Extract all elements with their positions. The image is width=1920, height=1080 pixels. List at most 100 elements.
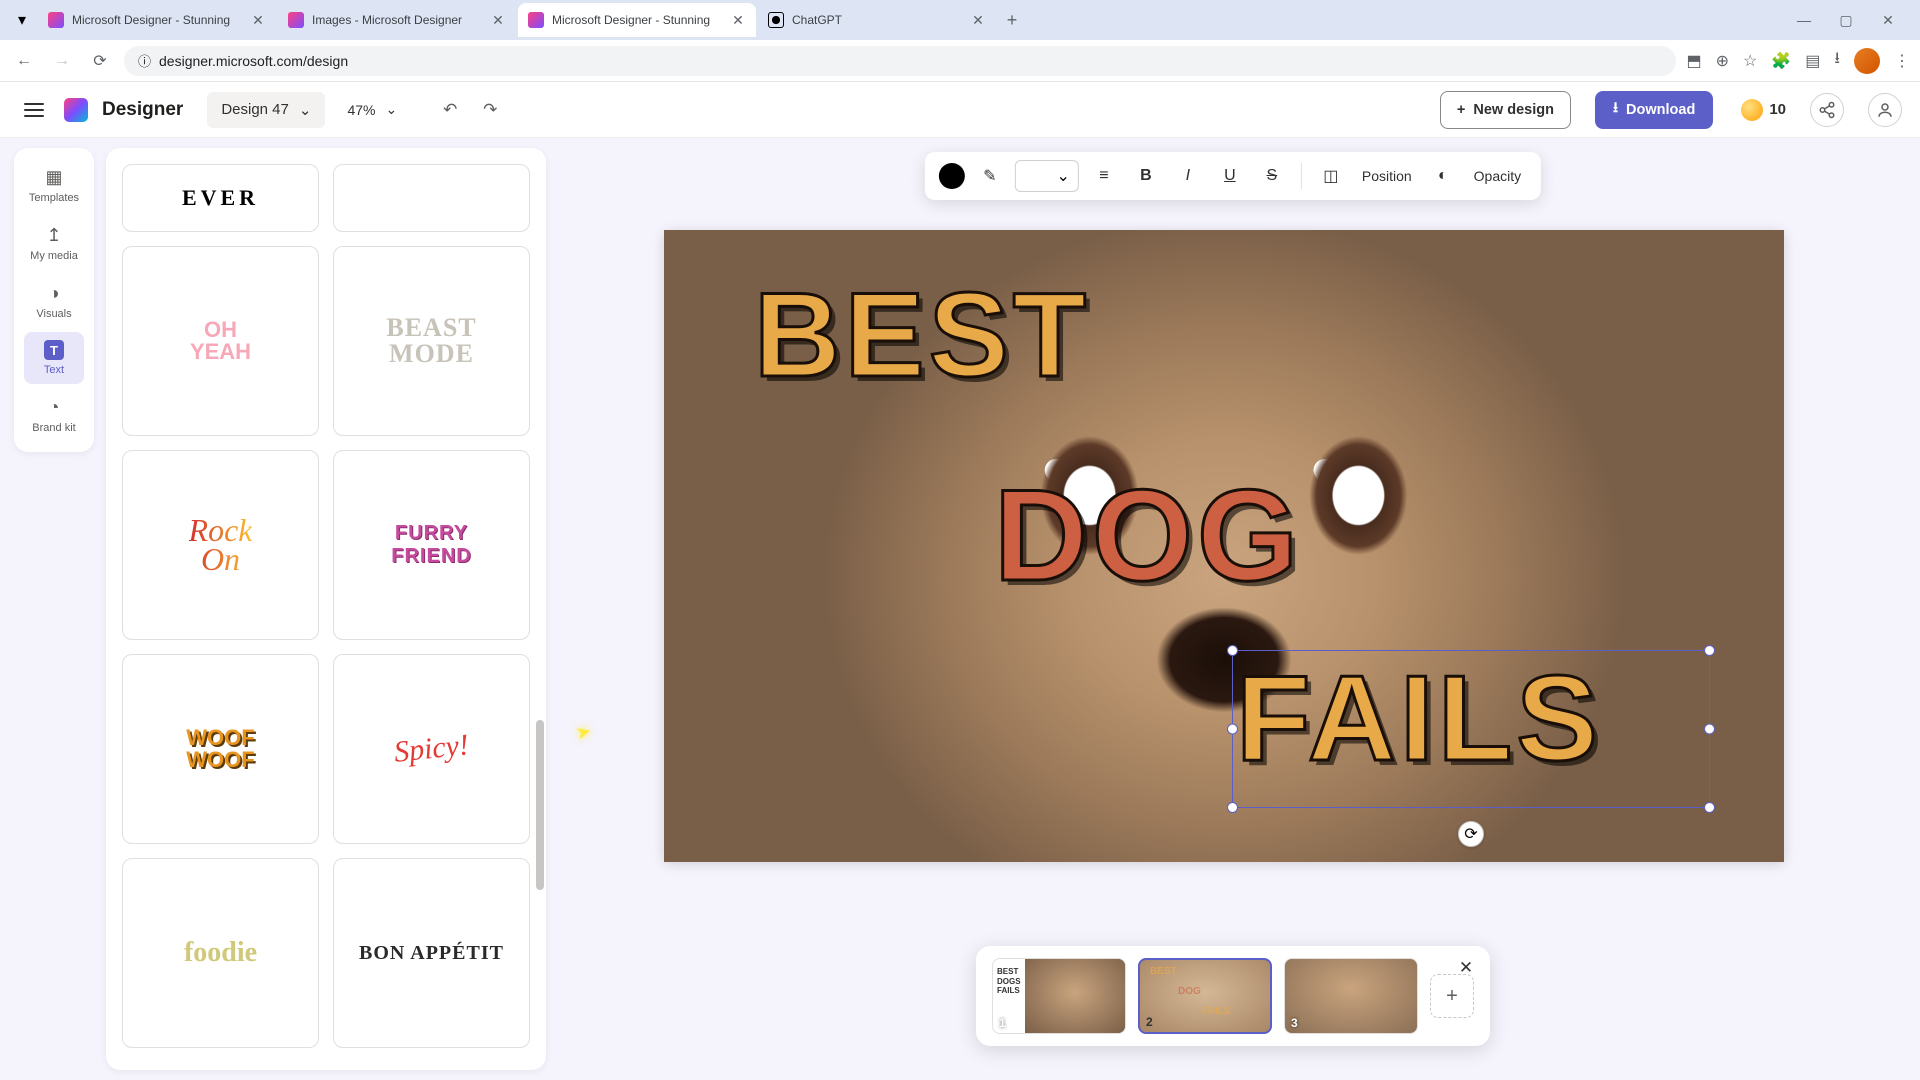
opacity-button[interactable]: Opacity (1468, 168, 1527, 184)
text-style-preview: FURRY FRIEND (391, 522, 471, 568)
opacity-icon[interactable]: ◐ (1426, 159, 1460, 193)
tab-search-dropdown[interactable]: ▾ (8, 6, 36, 34)
mouse-cursor-icon: ➤ (574, 720, 594, 744)
rail-templates[interactable]: ▦ Templates (24, 158, 84, 212)
download-button[interactable]: ⭳ Download (1595, 91, 1713, 129)
text-color-picker[interactable] (939, 163, 965, 189)
zoom-icon[interactable]: ⊕ (1716, 51, 1729, 71)
underline-button[interactable]: U (1213, 159, 1247, 193)
text-style-preview: BON APPÉTIT (359, 942, 504, 965)
text-style-card[interactable]: Rock On (122, 450, 319, 640)
close-tab-icon[interactable]: ✕ (490, 12, 506, 28)
thumb-text: BEST DOGS FAILS (993, 959, 1025, 1033)
nav-back-button[interactable]: ← (10, 47, 38, 75)
position-icon[interactable]: ◫ (1314, 159, 1348, 193)
align-button[interactable]: ≡ (1087, 159, 1121, 193)
account-button[interactable] (1868, 93, 1902, 127)
url-input[interactable]: ⓘ designer.microsoft.com/design (124, 46, 1676, 76)
text-style-card[interactable]: foodie (122, 858, 319, 1048)
text-style-preview: WOOF WOOF (186, 727, 254, 771)
page-number: 2 (1146, 1015, 1153, 1029)
site-info-icon[interactable]: ⓘ (138, 51, 151, 70)
text-styles-panel: EVER OH YEAH BEAST MODE Rock On FURRY FR… (106, 148, 546, 1070)
rail-label: Visuals (36, 308, 71, 320)
app-header: Designer Design 47 ⌄ 47% ⌄ ↶ ↷ + New des… (0, 82, 1920, 138)
canvas-text-dog[interactable]: DOG (994, 460, 1302, 610)
browser-tab-3[interactable]: ChatGPT ✕ (758, 3, 996, 37)
bookmark-icon[interactable]: ☆ (1743, 51, 1757, 71)
edit-text-button[interactable]: ✎ (973, 159, 1007, 193)
extensions-icon[interactable]: 🧩 (1771, 51, 1791, 71)
nav-forward-button[interactable]: → (48, 47, 76, 75)
hamburger-menu-button[interactable] (18, 94, 50, 126)
design-name-label: Design 47 (221, 101, 289, 118)
strikethrough-button[interactable]: S (1255, 159, 1289, 193)
rail-label: My media (30, 250, 78, 262)
text-style-card[interactable]: FURRY FRIEND (333, 450, 530, 640)
text-format-toolbar: ✎ ⌄ ≡ B I U S ◫ Position ◐ Opacity (925, 152, 1541, 200)
chrome-menu-icon[interactable]: ⋮ (1894, 51, 1910, 71)
close-tab-icon[interactable]: ✕ (970, 12, 986, 28)
designer-favicon-icon (48, 12, 64, 28)
rail-text[interactable]: T Text (24, 332, 84, 384)
profile-avatar-icon[interactable] (1854, 48, 1880, 74)
design-canvas[interactable]: BEST DOG FAILS ⟳ (664, 230, 1784, 862)
canvas-text-fails[interactable]: FAILS (1236, 648, 1602, 788)
rail-brand-kit[interactable]: ◔ Brand kit (24, 388, 84, 442)
new-tab-button[interactable]: + (998, 6, 1026, 34)
canvas-text-best[interactable]: BEST (754, 266, 1090, 404)
reading-list-icon[interactable]: ▤ (1805, 51, 1820, 71)
page-thumbnail-3[interactable]: 3 (1284, 958, 1418, 1034)
add-page-button[interactable]: + (1430, 974, 1474, 1018)
rail-label: Brand kit (32, 422, 75, 434)
text-icon: T (44, 340, 64, 360)
window-controls: — ▢ ✕ (1792, 12, 1912, 29)
text-style-card[interactable] (333, 164, 530, 232)
panel-scrollbar[interactable] (536, 720, 544, 890)
zoom-dropdown[interactable]: 47% ⌄ (339, 101, 405, 118)
browser-tab-0[interactable]: Microsoft Designer - Stunning ✕ (38, 3, 276, 37)
minimize-window-icon[interactable]: — (1792, 12, 1816, 29)
font-dropdown[interactable]: ⌄ (1015, 160, 1079, 192)
page-thumbnail-2[interactable]: BEST DOG FAILS 2 (1138, 958, 1272, 1034)
text-style-card[interactable]: Spicy! (333, 654, 530, 844)
italic-button[interactable]: I (1171, 159, 1205, 193)
undo-button[interactable]: ↶ (433, 93, 467, 127)
designer-logo-icon (64, 98, 88, 122)
text-style-card[interactable]: BON APPÉTIT (333, 858, 530, 1048)
close-pages-strip-button[interactable]: ✕ (1454, 956, 1478, 980)
text-style-card[interactable]: WOOF WOOF (122, 654, 319, 844)
text-style-card[interactable]: OH YEAH (122, 246, 319, 436)
text-style-preview: foodie (184, 937, 257, 969)
palette-icon: ◔ (43, 396, 65, 418)
plus-icon: + (1457, 102, 1465, 118)
redo-button[interactable]: ↷ (473, 93, 507, 127)
coins-balance[interactable]: 10 (1741, 99, 1786, 121)
text-style-card[interactable]: EVER (122, 164, 319, 232)
download-label: Download (1626, 102, 1695, 118)
new-design-button[interactable]: + New design (1440, 91, 1571, 129)
close-tab-icon[interactable]: ✕ (250, 12, 266, 28)
browser-tab-2[interactable]: Microsoft Designer - Stunning ✕ (518, 3, 756, 37)
close-window-icon[interactable]: ✕ (1876, 12, 1900, 29)
maximize-window-icon[interactable]: ▢ (1834, 12, 1858, 29)
install-app-icon[interactable]: ⬒ (1686, 51, 1701, 71)
tab-title: ChatGPT (792, 13, 962, 27)
rail-visuals[interactable]: ◑ Visuals (24, 274, 84, 328)
designer-favicon-icon (528, 12, 544, 28)
design-name-dropdown[interactable]: Design 47 ⌄ (207, 92, 325, 128)
rail-my-media[interactable]: ↥ My media (24, 216, 84, 270)
position-button[interactable]: Position (1356, 168, 1418, 184)
downloads-icon[interactable]: ⭳ (1834, 47, 1840, 74)
page-thumbnail-1[interactable]: BEST DOGS FAILS 1 (992, 958, 1126, 1034)
nav-reload-button[interactable]: ⟳ (86, 47, 114, 75)
tab-title: Microsoft Designer - Stunning (552, 13, 722, 27)
text-style-preview: Spicy! (392, 728, 470, 770)
text-style-card[interactable]: BEAST MODE (333, 246, 530, 436)
close-tab-icon[interactable]: ✕ (730, 12, 746, 28)
page-number: 1 (999, 1016, 1006, 1030)
chevron-down-icon: ⌄ (299, 101, 312, 119)
share-button[interactable] (1810, 93, 1844, 127)
browser-tab-1[interactable]: Images - Microsoft Designer ✕ (278, 3, 516, 37)
bold-button[interactable]: B (1129, 159, 1163, 193)
